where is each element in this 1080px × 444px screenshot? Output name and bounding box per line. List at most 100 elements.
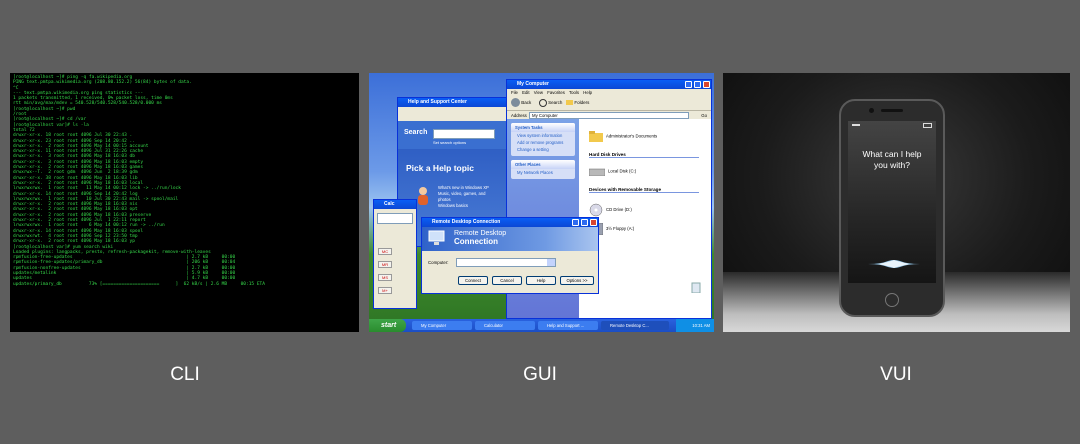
- rdc-maximize-icon[interactable]: [581, 219, 588, 226]
- task-remote-desktop[interactable]: Remote Desktop C...: [601, 321, 669, 330]
- system-tasks-panel: System Tasks View system information Add…: [511, 123, 575, 156]
- rdc-minimize-icon[interactable]: [572, 219, 579, 226]
- help-topic-list: What's new in Windows XP Music, video, g…: [438, 185, 493, 209]
- calculator-window: Calc MC MR MS M+: [373, 199, 417, 309]
- recycle-bin-label: Recycle Bin: [685, 294, 707, 299]
- back-arrow-icon[interactable]: [511, 98, 520, 108]
- other-places-panel: Other Places My Network Places: [511, 160, 575, 179]
- system-tray: 10:31 AM: [676, 319, 714, 332]
- assistant-prompt: What can I help you with?: [848, 149, 936, 171]
- menu-file[interactable]: File: [511, 90, 518, 95]
- caption-gui: GUI: [523, 364, 557, 385]
- phone-screen: What can I help you with?: [848, 121, 936, 283]
- help-search-input[interactable]: [433, 129, 495, 139]
- recycle-bin-icon: [691, 282, 701, 294]
- status-bar: [852, 123, 932, 128]
- battery-icon: [923, 123, 932, 128]
- hard-drive-icon: [589, 168, 605, 176]
- other-places-title[interactable]: Other Places: [511, 160, 575, 169]
- rdc-connect-button[interactable]: Connect: [458, 276, 488, 285]
- smartphone: What can I help you with?: [839, 99, 945, 317]
- floppy-label: 3½ Floppy (A:): [606, 226, 635, 232]
- recycle-bin-desktop-icon[interactable]: Recycle Bin: [681, 281, 711, 299]
- rdc-cancel-button[interactable]: Cancel: [492, 276, 522, 285]
- system-tasks-title[interactable]: System Tasks: [511, 123, 575, 132]
- set-search-options-link[interactable]: Set search options: [433, 140, 466, 145]
- search-icon[interactable]: [538, 98, 547, 107]
- my-computer-toolbar: Back Search Folders: [507, 96, 711, 111]
- monitor-icon: [428, 230, 445, 245]
- rdc-title-text: Remote Desktop Connection: [432, 219, 501, 225]
- rdc-options-button[interactable]: Options >>: [560, 276, 594, 285]
- calc-ms-button[interactable]: MS: [378, 274, 392, 281]
- start-button[interactable]: start: [369, 319, 406, 332]
- cd-drive-item[interactable]: CD Drive (D:): [589, 203, 632, 217]
- admin-documents-item[interactable]: Administrator's Documents: [589, 131, 657, 142]
- task-calculator[interactable]: Calculator: [475, 321, 535, 330]
- help-window-title-text: Help and Support Center: [408, 99, 467, 105]
- rdc-title[interactable]: Remote Desktop Connection: [422, 218, 598, 227]
- menu-view[interactable]: View: [534, 90, 543, 95]
- minimize-icon[interactable]: [685, 81, 692, 88]
- calculator-title[interactable]: Calc: [374, 200, 416, 209]
- rdc-computer-combobox[interactable]: [456, 258, 556, 267]
- folder-icon: [589, 131, 603, 142]
- calc-mc-button[interactable]: MC: [378, 248, 392, 255]
- calc-mr-button[interactable]: MR: [378, 261, 392, 268]
- folders-icon[interactable]: [566, 100, 574, 106]
- calc-mplus-button[interactable]: M+: [378, 287, 392, 294]
- assistant-prompt-line1: What can I help: [862, 149, 922, 159]
- cd-drive-icon: [589, 203, 603, 217]
- clock[interactable]: 10:31 AM: [692, 323, 710, 328]
- calculator-title-text: Calc: [384, 201, 395, 207]
- home-button[interactable]: [885, 293, 899, 307]
- maximize-icon[interactable]: [694, 81, 701, 88]
- task-help-support[interactable]: Help and Support ...: [538, 321, 598, 330]
- signal-icon: [852, 124, 860, 126]
- task-add-remove-programs[interactable]: Add or remove programs: [511, 139, 575, 146]
- terminal-output: [root@localhost ~]# ping -q fa.wikipedia…: [13, 75, 356, 287]
- calculator-display: [377, 213, 413, 224]
- address-input[interactable]: My Computer: [529, 112, 689, 119]
- taskbar: start My Computer Calculator Help and Su…: [369, 319, 714, 332]
- rdc-banner: Remote Desktop Connection: [422, 227, 598, 251]
- my-computer-title[interactable]: My Computer: [507, 80, 711, 89]
- my-computer-menubar: File Edit View Favorites Tools Help: [507, 89, 711, 96]
- help-link-music[interactable]: Music, video, games, and photos: [438, 191, 493, 203]
- help-link-basics[interactable]: Windows basics: [438, 203, 493, 209]
- back-button[interactable]: Back: [521, 100, 531, 105]
- rdc-heading: Remote Desktop Connection: [454, 230, 506, 246]
- rdc-help-button[interactable]: Help: [526, 276, 556, 285]
- help-search-label: Search: [404, 129, 428, 136]
- vui-screenshot: What can I help you with?: [723, 73, 1070, 332]
- menu-favorites[interactable]: Favorites: [547, 90, 565, 95]
- task-my-computer[interactable]: My Computer: [412, 321, 472, 330]
- caption-vui: VUI: [880, 364, 912, 385]
- local-disk-item[interactable]: Local Disk (C:): [589, 167, 636, 176]
- hard-disk-section: Hard Disk Drives: [589, 152, 699, 158]
- task-change-setting[interactable]: Change a setting: [511, 146, 575, 153]
- removable-storage-section: Devices with Removable Storage: [589, 187, 699, 193]
- chevron-down-icon[interactable]: [547, 259, 555, 266]
- my-computer-title-text: My Computer: [517, 81, 549, 87]
- menu-help[interactable]: Help: [583, 90, 592, 95]
- calculator-memory-buttons: MC MR MS M+: [378, 248, 392, 294]
- search-button[interactable]: Search: [548, 100, 562, 105]
- task-view-system-info[interactable]: View system information: [511, 132, 575, 139]
- rdc-close-icon[interactable]: [590, 219, 597, 226]
- remote-desktop-window: Remote Desktop Connection Remote Desktop…: [421, 217, 599, 294]
- rdc-heading-line2: Connection: [454, 237, 498, 246]
- close-icon[interactable]: [703, 81, 710, 88]
- address-label: Address: [511, 113, 527, 118]
- cli-screenshot: [root@localhost ~]# ping -q fa.wikipedia…: [10, 73, 359, 332]
- local-disk-label: Local Disk (C:): [608, 168, 637, 174]
- menu-tools[interactable]: Tools: [569, 90, 579, 95]
- menu-edit[interactable]: Edit: [522, 90, 529, 95]
- place-network[interactable]: My Network Places: [511, 169, 575, 176]
- terminal-line: updates/primary_db 73% [================…: [13, 281, 265, 287]
- pick-help-topic-heading: Pick a Help topic: [406, 163, 475, 173]
- cd-drive-label: CD Drive (D:): [606, 207, 632, 213]
- folders-button[interactable]: Folders: [574, 100, 589, 105]
- caption-cli: CLI: [170, 364, 200, 385]
- voice-waveform-icon: [868, 260, 920, 268]
